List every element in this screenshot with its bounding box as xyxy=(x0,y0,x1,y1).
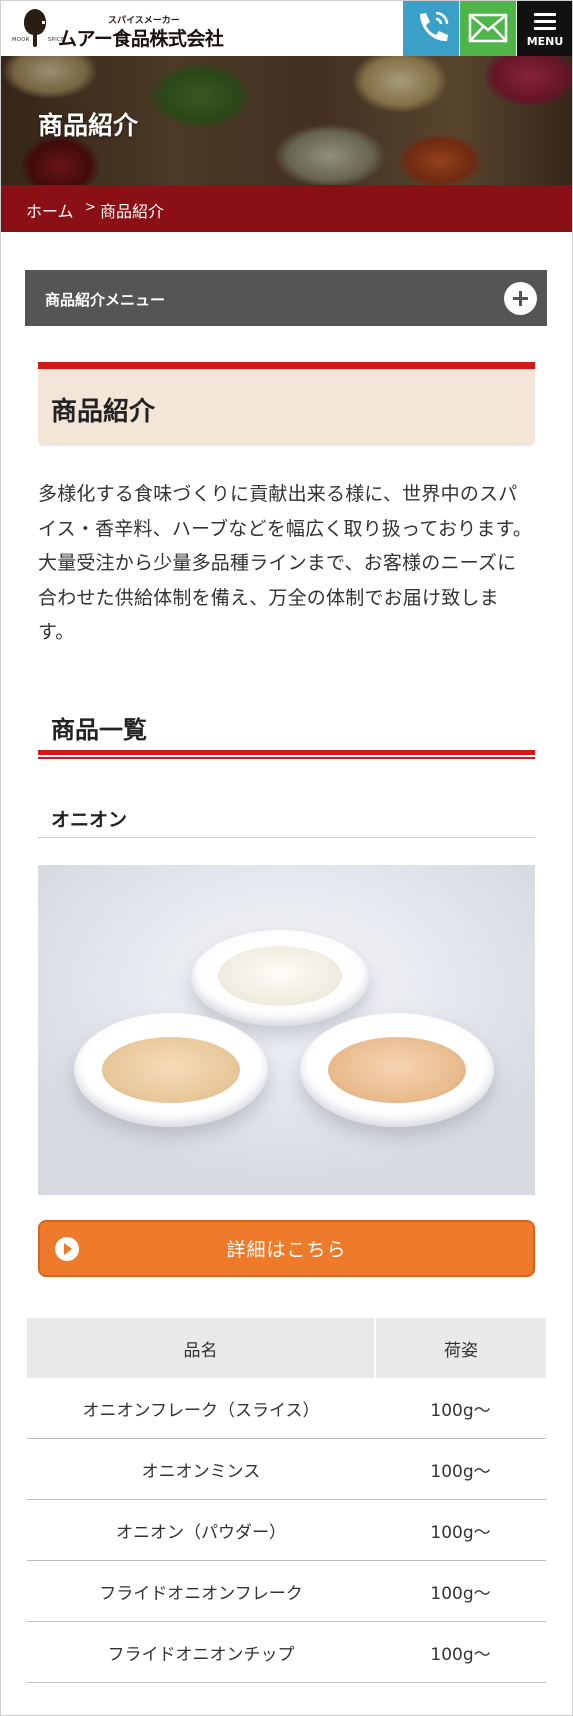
intro-text: 多様化する食味づくりに貢献出来る様に、世界中のスパイス・香辛料、ハーブなどを幅広… xyxy=(38,483,533,643)
hamburger-icon xyxy=(534,13,556,30)
breadcrumb-current: 商品紹介 xyxy=(100,202,165,221)
table-cell-name: オニオン（パウダー） xyxy=(27,1499,375,1561)
site-header: MOOR SPICE スパイスメーカー ムアー食品株式会社 MENU xyxy=(0,0,573,56)
accordion-label: 商品紹介メニュー xyxy=(45,291,166,309)
product-divider xyxy=(38,837,535,838)
product-table: 品名 荷姿 オニオンフレーク（スライス） 100g〜 オニオンミンス 100g〜… xyxy=(27,1318,546,1683)
bowl-granules xyxy=(74,1013,268,1127)
hero-banner: 商品紹介 xyxy=(0,56,573,185)
product-menu-accordion[interactable]: 商品紹介メニュー xyxy=(25,270,547,326)
table-cell-packaging: 100g〜 xyxy=(375,1621,546,1683)
table-cell-packaging: 100g〜 xyxy=(375,1438,546,1500)
product-name: オニオン xyxy=(51,809,128,831)
phone-button[interactable] xyxy=(403,0,459,56)
table-row: フライドオニオンフレーク 100g〜 xyxy=(27,1560,546,1622)
logo-tag-left: MOOR xyxy=(12,37,30,43)
mail-icon xyxy=(468,13,508,43)
table-row: オニオンミンス 100g〜 xyxy=(27,1438,546,1500)
logo-mascot-icon xyxy=(24,9,56,47)
company-name: ムアー食品株式会社 xyxy=(58,28,224,50)
table-cell-name: オニオンフレーク（スライス） xyxy=(27,1378,375,1439)
section-title-product-list: 商品一覧 xyxy=(51,716,147,744)
table-row: フライドオニオンチップ 100g〜 xyxy=(27,1621,546,1683)
table-cell-name: フライドオニオンフレーク xyxy=(27,1560,375,1622)
breadcrumb-home-link[interactable]: ホーム xyxy=(26,198,74,222)
section-divider xyxy=(38,750,535,755)
product-image xyxy=(38,865,535,1195)
section-heading-intro: 商品紹介 xyxy=(38,362,535,446)
plus-icon[interactable] xyxy=(504,282,537,315)
section-divider-thin xyxy=(38,757,535,759)
menu-label: MENU xyxy=(526,35,564,48)
table-header-name: 品名 xyxy=(27,1318,376,1378)
phone-icon xyxy=(420,11,449,42)
details-button[interactable]: 詳細はこちら xyxy=(38,1220,535,1277)
table-header-packaging: 荷姿 xyxy=(375,1318,546,1378)
details-button-label: 詳細はこちら xyxy=(226,1239,347,1261)
table-cell-packaging: 100g〜 xyxy=(375,1378,546,1439)
table-row: オニオンフレーク（スライス） 100g〜 xyxy=(27,1378,546,1439)
page-title: 商品紹介 xyxy=(38,111,139,140)
mail-button[interactable] xyxy=(460,0,516,56)
table-cell-name: フライドオニオンチップ xyxy=(27,1621,375,1683)
section-title-intro: 商品紹介 xyxy=(51,397,156,427)
table-cell-packaging: 100g〜 xyxy=(375,1499,546,1561)
table-cell-name: オニオンミンス xyxy=(27,1438,375,1500)
bowl-flakes xyxy=(300,1013,494,1127)
breadcrumb: ホーム > 商品紹介 xyxy=(0,185,573,232)
table-row: オニオン（パウダー） 100g〜 xyxy=(27,1499,546,1561)
table-cell-packaging: 100g〜 xyxy=(375,1560,546,1622)
bowl-powder xyxy=(191,930,369,1026)
menu-button[interactable]: MENU xyxy=(517,0,573,56)
table-header-row: 品名 荷姿 xyxy=(27,1318,546,1378)
site-logo[interactable]: MOOR SPICE スパイスメーカー ムアー食品株式会社 xyxy=(10,6,230,50)
breadcrumb-separator: > xyxy=(85,200,96,215)
